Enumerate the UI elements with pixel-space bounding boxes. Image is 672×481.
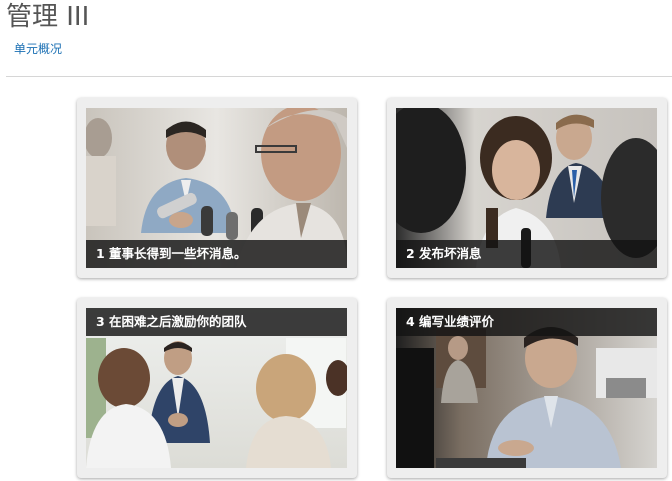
lesson-card-3-image: 3 在困难之后激励你的团队 xyxy=(86,308,347,468)
lesson-card-3-caption: 3 在困难之后激励你的团队 xyxy=(86,308,347,336)
lesson-card-3[interactable]: 3 在困难之后激励你的团队 xyxy=(77,298,357,478)
lesson-card-2-caption: 2 发布坏消息 xyxy=(396,240,657,268)
lesson-card-1-caption: 1 董事长得到一些坏消息。 xyxy=(86,240,347,268)
lesson-card-2-image: 2 发布坏消息 xyxy=(396,108,657,268)
unit-overview-link[interactable]: 单元概况 xyxy=(14,41,62,57)
page-title: 管理 III xyxy=(6,2,90,32)
header-divider xyxy=(6,76,672,77)
lesson-card-4-image: 4 编写业绩评价 xyxy=(396,308,657,468)
lesson-card-4-caption: 4 编写业绩评价 xyxy=(396,308,657,336)
lesson-card-4[interactable]: 4 编写业绩评价 xyxy=(387,298,667,478)
lesson-card-1-image: 1 董事长得到一些坏消息。 xyxy=(86,108,347,268)
lesson-card-1[interactable]: 1 董事长得到一些坏消息。 xyxy=(77,98,357,278)
lesson-card-2[interactable]: 2 发布坏消息 xyxy=(387,98,667,278)
